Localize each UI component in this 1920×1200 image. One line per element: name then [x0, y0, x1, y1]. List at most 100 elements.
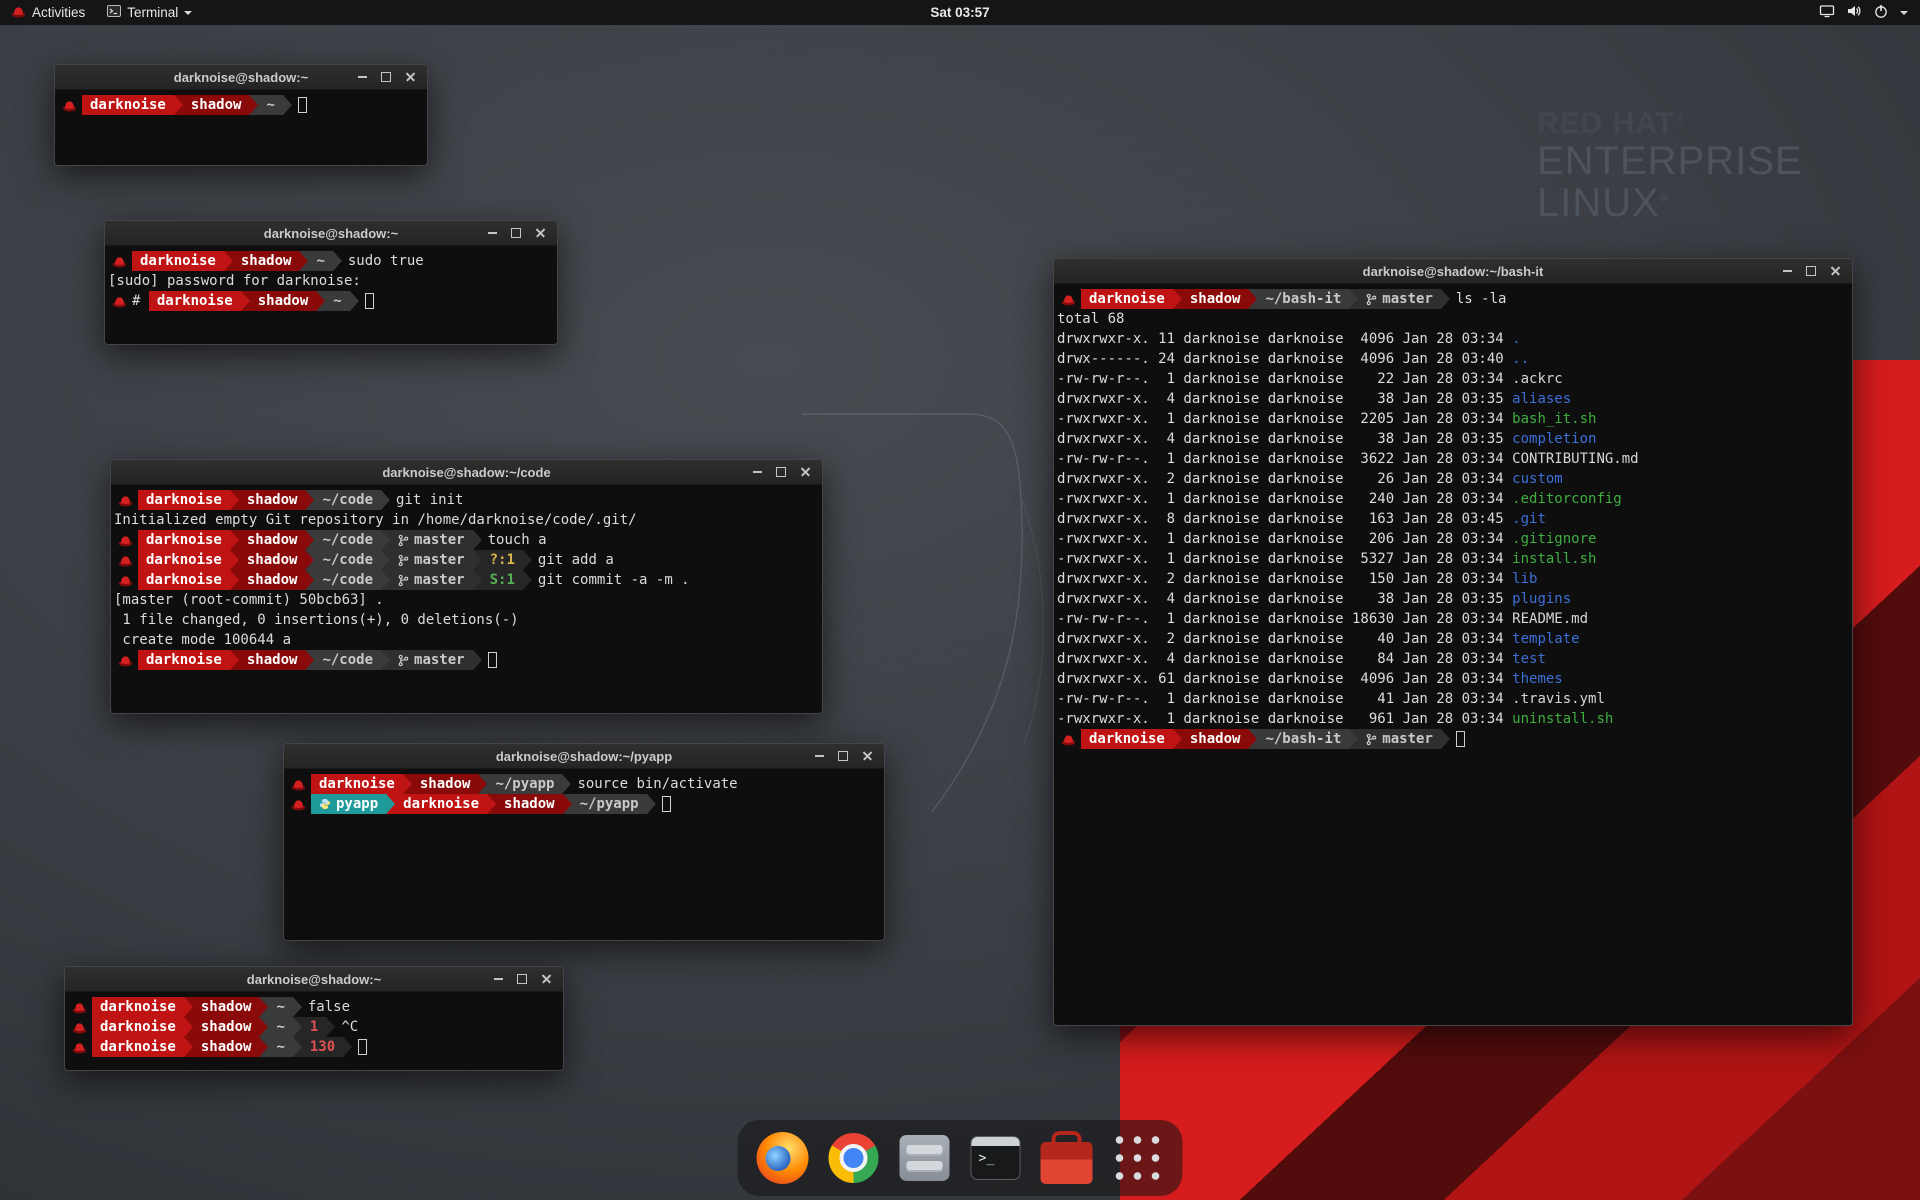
firefox-icon — [757, 1132, 809, 1184]
terminal-window-home-small[interactable]: darknoise@shadow:~ darknoiseshadow~ — [54, 64, 428, 166]
toolbox-icon — [1041, 1142, 1093, 1184]
close-button[interactable] — [398, 66, 422, 88]
prompt-segment-darkred: shadow — [1182, 289, 1249, 309]
window-titlebar[interactable]: darknoise@shadow:~ — [105, 221, 557, 246]
terminal-content[interactable]: darknoiseshadow~ — [55, 90, 427, 120]
maximize-button[interactable] — [510, 968, 534, 990]
powerline-separator — [224, 251, 233, 271]
terminal-cursor — [488, 652, 497, 668]
window-titlebar[interactable]: darknoise@shadow:~/bash-it — [1054, 259, 1852, 284]
file-meta: -rw-rw-r--. 1 darknoise darknoise 41 Jan… — [1057, 691, 1512, 707]
close-button[interactable] — [528, 222, 552, 244]
terminal-content[interactable]: darknoiseshadow~/pyappsource bin/activat… — [284, 769, 884, 819]
chevron-down-icon — [1900, 11, 1908, 15]
terminal-line: -rwxrwxr-x. 1 darknoise darknoise 5327 J… — [1057, 549, 1849, 569]
terminal-line: total 68 — [1057, 309, 1849, 329]
terminal-line: -rwxrwxr-x. 1 darknoise darknoise 2205 J… — [1057, 409, 1849, 429]
branch-icon — [398, 554, 409, 567]
powerline-separator — [293, 1017, 302, 1037]
window-titlebar[interactable]: darknoise@shadow:~ — [65, 967, 563, 992]
terminal-text: false — [308, 999, 350, 1015]
activities-button[interactable]: Activities — [0, 0, 96, 25]
terminal-window-exit-codes[interactable]: darknoise@shadow:~ darknoiseshadow~false… — [64, 966, 564, 1071]
dock-files-button[interactable] — [896, 1129, 954, 1187]
powerline-separator — [523, 570, 532, 590]
window-title: darknoise@shadow:~/pyapp — [496, 749, 672, 764]
window-titlebar[interactable]: darknoise@shadow:~ — [55, 65, 427, 90]
clock[interactable]: Sat 03:57 — [930, 5, 989, 20]
dock-terminal-button[interactable]: >_ — [967, 1129, 1025, 1187]
terminal-content[interactable]: darknoiseshadow~falsedarknoiseshadow~1^C… — [65, 992, 563, 1062]
prompt-segment-code: 1 — [302, 1017, 326, 1037]
prompt-segment-darkred: shadow — [193, 1037, 260, 1057]
prompt-segment-code: 130 — [302, 1037, 343, 1057]
prompt-segment-red: darknoise — [138, 530, 230, 550]
terminal-line: darknoiseshadow~/codegit init — [114, 490, 819, 510]
prompt-segment-path: ~/code — [314, 550, 381, 570]
app-menu-terminal[interactable]: Terminal — [96, 0, 203, 25]
close-button[interactable] — [534, 968, 558, 990]
system-status-area[interactable] — [1807, 0, 1920, 25]
file-name: completion — [1512, 431, 1596, 447]
terminal-content[interactable]: darknoiseshadow~sudo true[sudo] password… — [105, 246, 557, 316]
maximize-button[interactable] — [1799, 260, 1823, 282]
terminal-content[interactable]: darknoiseshadow~/codegit initInitialized… — [111, 485, 822, 675]
terminal-line: -rw-rw-r--. 1 darknoise darknoise 41 Jan… — [1057, 689, 1849, 709]
dock-firefox-button[interactable] — [754, 1129, 812, 1187]
powerline-separator — [230, 650, 239, 670]
terminal-content[interactable]: darknoiseshadow~/bash-itmasterls -latota… — [1054, 284, 1852, 754]
terminal-window-sudo[interactable]: darknoise@shadow:~ darknoiseshadow~sudo … — [104, 220, 558, 345]
terminal-window-pyapp[interactable]: darknoise@shadow:~/pyapp darknoiseshadow… — [283, 743, 885, 941]
redhat-icon — [72, 1001, 87, 1014]
terminal-text: git add a — [538, 552, 614, 568]
redhat-icon — [72, 1021, 87, 1034]
branch-icon — [1366, 733, 1377, 746]
terminal-line: -rw-rw-r--. 1 darknoise darknoise 22 Jan… — [1057, 369, 1849, 389]
powerline-separator — [230, 550, 239, 570]
terminal-line: Initialized empty Git repository in /hom… — [114, 510, 819, 530]
close-button[interactable] — [1823, 260, 1847, 282]
terminal-line: [master (root-commit) 50bcb63] . — [114, 590, 819, 610]
terminal-line: drwxrwxr-x. 4 darknoise darknoise 38 Jan… — [1057, 589, 1849, 609]
window-titlebar[interactable]: darknoise@shadow:~/code — [111, 460, 822, 485]
powerline-separator — [174, 95, 183, 115]
file-meta: -rwxrwxr-x. 1 darknoise darknoise 206 Ja… — [1057, 531, 1512, 547]
terminal-text: source bin/activate — [577, 776, 737, 792]
minimize-button[interactable] — [486, 968, 510, 990]
prompt-segment-red: darknoise — [92, 997, 184, 1017]
redhat-icon — [118, 574, 133, 587]
maximize-button[interactable] — [831, 745, 855, 767]
minimize-button[interactable] — [1775, 260, 1799, 282]
file-name: .travis.yml — [1512, 691, 1605, 707]
file-meta: -rw-rw-r--. 1 darknoise darknoise 18630 … — [1057, 611, 1512, 627]
terminal-window-code[interactable]: darknoise@shadow:~/code darknoiseshadow~… — [110, 459, 823, 714]
close-button[interactable] — [855, 745, 879, 767]
app-menu-label: Terminal — [127, 5, 178, 20]
window-title: darknoise@shadow:~ — [264, 226, 398, 241]
terminal-text: sudo true — [348, 253, 424, 269]
prompt-segment-path: ~/code — [314, 570, 381, 590]
branch-icon — [1366, 293, 1377, 306]
terminal-text: 1 file changed, 0 insertions(+), 0 delet… — [114, 612, 519, 628]
maximize-button[interactable] — [374, 66, 398, 88]
terminal-cursor — [662, 796, 671, 812]
prompt-segment-path: ~ — [325, 291, 349, 311]
minimize-button[interactable] — [745, 461, 769, 483]
dock-appgrid-button[interactable] — [1109, 1129, 1167, 1187]
minimize-button[interactable] — [480, 222, 504, 244]
file-meta: drwxrwxr-x. 4 darknoise darknoise 38 Jan… — [1057, 391, 1512, 407]
maximize-button[interactable] — [504, 222, 528, 244]
window-titlebar[interactable]: darknoise@shadow:~/pyapp — [284, 744, 884, 769]
maximize-button[interactable] — [769, 461, 793, 483]
prompt-segment-red: darknoise — [1081, 289, 1173, 309]
prompt-segment-path: ~/pyapp — [487, 774, 562, 794]
terminal-text: total 68 — [1057, 311, 1124, 327]
powerline-separator — [305, 490, 314, 510]
minimize-button[interactable] — [350, 66, 374, 88]
minimize-button[interactable] — [807, 745, 831, 767]
file-meta: -rwxrwxr-x. 1 darknoise darknoise 961 Ja… — [1057, 711, 1512, 727]
dock-chrome-button[interactable] — [825, 1129, 883, 1187]
dock-toolbox-button[interactable] — [1038, 1129, 1096, 1187]
terminal-window-bash-it[interactable]: darknoise@shadow:~/bash-it darknoise shad… — [1053, 258, 1853, 1026]
close-button[interactable] — [793, 461, 817, 483]
